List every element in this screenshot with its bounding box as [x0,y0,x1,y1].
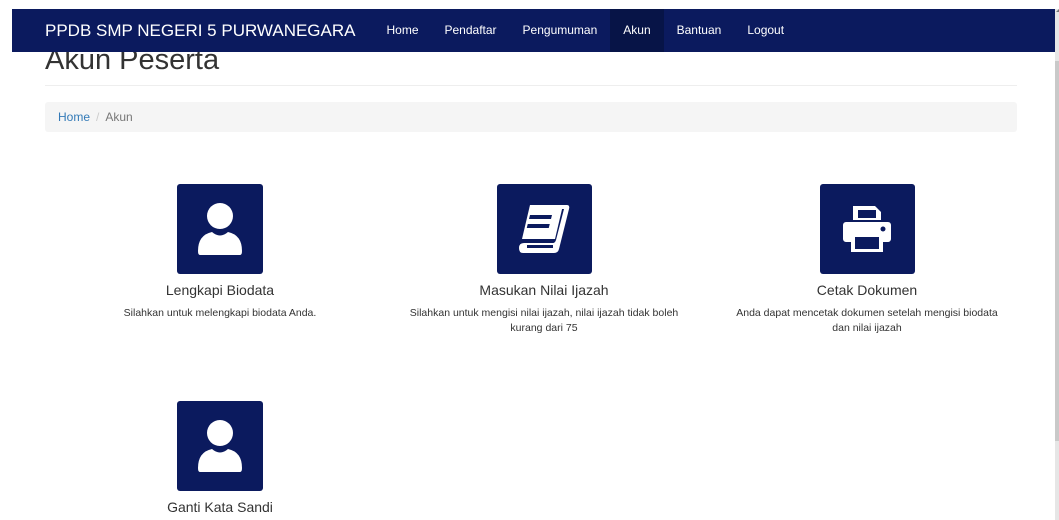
card-title[interactable]: Cetak Dokumen [728,282,1006,298]
nav-item-home[interactable]: Home [373,9,431,52]
card-ganti-kata-sandi: Ganti Kata Sandi [90,401,350,515]
scrollbar[interactable] [1055,9,1059,520]
lengkapi-biodata-button[interactable] [177,184,263,274]
card-title[interactable]: Ganti Kata Sandi [90,499,350,515]
breadcrumb-separator: / [96,110,100,124]
nav-item-logout[interactable]: Logout [734,9,797,52]
nav-item-bantuan[interactable]: Bantuan [664,9,735,52]
print-icon [843,206,891,252]
card-description: Anda dapat mencetak dokumen setelah meng… [736,307,998,334]
card-lengkapi-biodata: Lengkapi Biodata Silahkan untuk melengka… [90,184,350,321]
card-cetak-dokumen: Cetak Dokumen Anda dapat mencetak dokume… [728,184,1006,336]
card-description: Silahkan untuk melengkapi biodata Anda. [123,307,317,319]
cetak-dokumen-button[interactable] [819,184,915,274]
user-icon [198,420,242,472]
ganti-kata-sandi-button[interactable] [177,401,263,491]
card-title[interactable]: Lengkapi Biodata [90,282,350,298]
top-navbar: PPDB SMP NEGERI 5 PURWANEGARA Home Penda… [12,9,1055,52]
card-title[interactable]: Masukan Nilai Ijazah [400,282,688,298]
nav-item-pengumuman[interactable]: Pengumuman [510,9,611,52]
title-divider [45,85,1017,86]
navbar-brand[interactable]: PPDB SMP NEGERI 5 PURWANEGARA [12,9,373,52]
card-masukan-nilai-ijazah: Masukan Nilai Ijazah Silahkan untuk meng… [400,184,688,336]
nav-menu: Home Pendaftar Pengumuman Akun Bantuan L… [373,9,797,52]
breadcrumb-current: Akun [105,110,133,124]
user-icon [198,203,242,255]
masukan-nilai-ijazah-button[interactable] [496,184,592,274]
breadcrumb-home-link[interactable]: Home [58,110,90,124]
scrollbar-thumb[interactable] [1055,61,1059,441]
book-icon [519,205,570,253]
breadcrumb: Home / Akun [45,102,1017,132]
nav-item-pendaftar[interactable]: Pendaftar [432,9,510,52]
nav-item-akun[interactable]: Akun [610,9,664,52]
card-description: Silahkan untuk mengisi nilai ijazah, nil… [409,307,679,334]
